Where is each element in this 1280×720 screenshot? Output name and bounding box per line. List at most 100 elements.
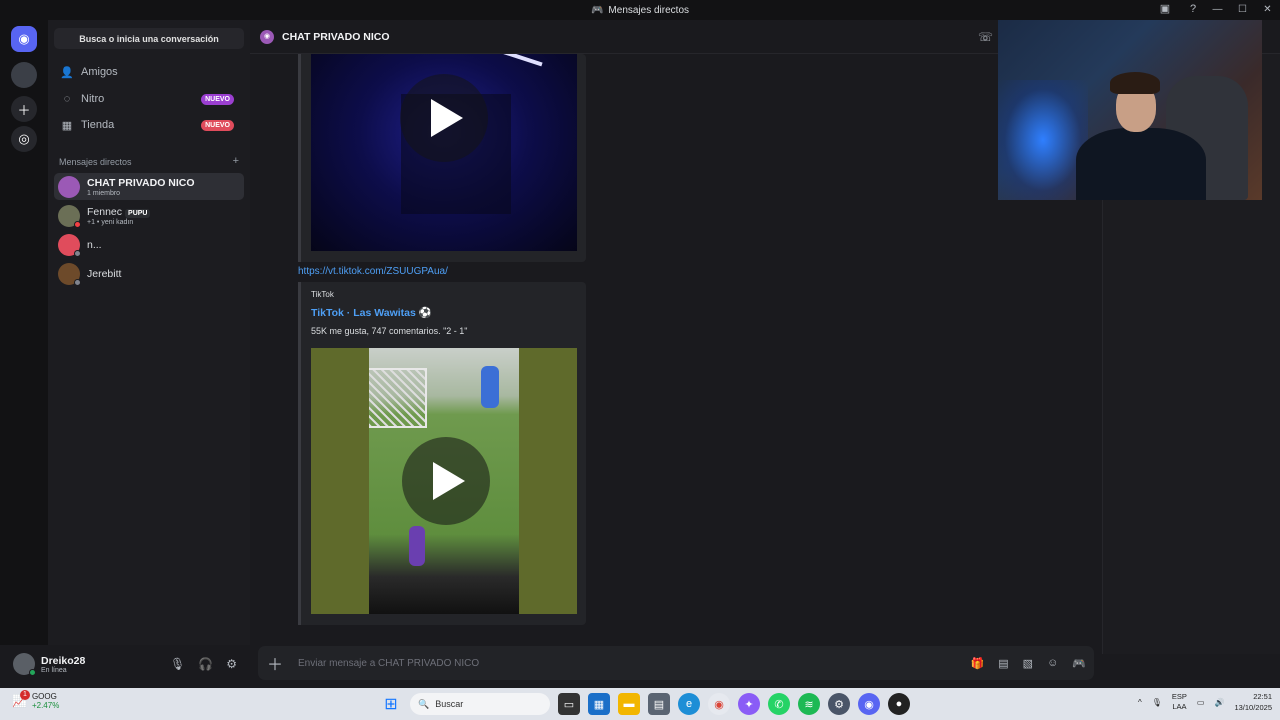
dm-item-jerebitt[interactable]: Jerebitt xyxy=(54,260,244,287)
nav-shop[interactable]: ▦ Tienda NUEVO xyxy=(60,114,240,136)
spotify-icon[interactable]: ≋ xyxy=(798,693,820,715)
keyboard-layout: LAA xyxy=(1172,702,1187,711)
video-thumbnail[interactable] xyxy=(311,348,577,614)
play-button[interactable] xyxy=(400,74,488,162)
search-icon: 🔍 xyxy=(418,698,430,709)
user-panel: Dreiko28 En línea 🎙 🎧 ⚙ xyxy=(6,645,244,683)
message-input[interactable]: Enviar mensaje a CHAT PRIVADO NICO xyxy=(298,658,479,669)
taskbar-search[interactable]: 🔍 Buscar xyxy=(410,693,550,715)
clock[interactable]: 22:51 13/10/2025 xyxy=(1234,691,1272,713)
video-thumbnail[interactable] xyxy=(311,54,577,251)
window-titlebar: 🎮 Mensajes directos ▣ ? — ☐ ✕ xyxy=(0,0,1280,20)
chrome-icon[interactable]: ◉ xyxy=(708,693,730,715)
server-icon[interactable] xyxy=(11,62,37,88)
dm-section-title: Mensajes directos xyxy=(59,157,132,167)
maximize-button[interactable]: ☐ xyxy=(1230,0,1255,20)
stock-widget[interactable]: 📈 GOOG +2.47% 1 xyxy=(12,690,60,710)
message-composer[interactable]: ＋ Enviar mensaje a CHAT PRIVADO NICO 🎁 ▤… xyxy=(258,646,1094,680)
close-button[interactable]: ✕ xyxy=(1255,0,1280,20)
clock-date: 13/10/2025 xyxy=(1234,703,1272,712)
nav-nitro[interactable]: ◌ Nitro NUEVO xyxy=(60,88,240,110)
chevron-up-icon[interactable]: ^ xyxy=(1138,698,1142,707)
gif-icon[interactable]: ▤ xyxy=(998,657,1008,670)
person-body xyxy=(1076,128,1206,200)
embed-description: 55K me gusta, 747 comentarios. "2 - 1" xyxy=(311,326,468,336)
dm-sidebar: Busca o inicia una conversación 👤 Amigos… xyxy=(48,20,250,645)
window-title: Mensajes directos xyxy=(608,4,690,16)
discord-taskbar-icon[interactable]: ◉ xyxy=(858,693,880,715)
emoji-icon[interactable]: ☺ xyxy=(1047,657,1058,670)
username: Dreiko28 xyxy=(41,654,86,667)
search-label: Buscar xyxy=(435,699,464,709)
microphone-icon[interactable]: 🎙 xyxy=(170,657,185,671)
recording-app-icon[interactable]: ● xyxy=(888,693,910,715)
player xyxy=(409,526,425,566)
play-button[interactable] xyxy=(402,437,490,525)
task-view-icon[interactable]: ▭ xyxy=(558,693,580,715)
embed-provider: TikTok xyxy=(311,290,334,299)
copilot-icon[interactable]: ✦ xyxy=(738,693,760,715)
network-icon[interactable]: ▭ xyxy=(1197,698,1205,707)
gift-icon[interactable]: 🎁 xyxy=(971,657,985,670)
dm-section-header: Mensajes directos + xyxy=(59,156,239,168)
headphones-icon[interactable]: 🎧 xyxy=(198,657,213,671)
webcam-overlay xyxy=(998,20,1262,200)
activity-icon[interactable]: 🎮 xyxy=(1072,657,1086,670)
dm-subtitle: 1 miembro xyxy=(87,189,121,197)
nav-nitro-label: Nitro xyxy=(81,93,105,105)
user-status: En línea xyxy=(41,666,67,674)
dm-name-text: Fennec xyxy=(87,205,123,218)
new-badge: NUEVO xyxy=(201,93,234,105)
inbox-icon[interactable]: ▣ xyxy=(1158,2,1172,16)
group-icon: ◉ xyxy=(260,29,274,44)
edge-icon[interactable]: e xyxy=(678,693,700,715)
store-icon[interactable]: ▦ xyxy=(588,693,610,715)
search-input[interactable]: Busca o inicia una conversación xyxy=(54,28,244,49)
create-dm-button[interactable]: + xyxy=(233,156,239,167)
minimize-button[interactable]: — xyxy=(1205,0,1230,20)
start-button[interactable]: ⊞ xyxy=(380,693,402,715)
settings-icon[interactable]: ⚙ xyxy=(226,657,237,671)
language-code: ESP xyxy=(1171,692,1187,701)
microphone-tray-icon[interactable]: 🎙 xyxy=(1152,698,1162,707)
dm-name: n... xyxy=(87,238,102,251)
video-embed xyxy=(298,54,586,262)
stock-change: +2.47% xyxy=(31,701,60,710)
nav-shop-label: Tienda xyxy=(81,119,115,131)
status-dot xyxy=(74,220,81,228)
shop-icon: ▦ xyxy=(61,119,73,132)
avatar xyxy=(58,204,81,228)
file-explorer-icon[interactable]: ▬ xyxy=(618,693,640,715)
status-dot xyxy=(74,278,81,286)
message-list[interactable]: https://vt.tiktok.com/ZSUUGPAua/ TikTok … xyxy=(250,54,1102,654)
whatsapp-icon[interactable]: ✆ xyxy=(768,693,790,715)
home-button[interactable]: ◉ xyxy=(11,26,37,52)
avatar xyxy=(58,262,81,286)
add-server-button[interactable]: ＋ xyxy=(11,96,37,122)
embed-title[interactable]: TikTok · Las Wawitas ⚽ xyxy=(311,306,432,319)
message-link[interactable]: https://vt.tiktok.com/ZSUUGPAua/ xyxy=(298,266,448,277)
light-streak xyxy=(501,54,543,67)
call-icon[interactable]: ☏ xyxy=(978,30,993,44)
rgb-light xyxy=(998,80,1088,200)
group-avatar xyxy=(58,175,80,198)
language-indicator[interactable]: ESP LAA xyxy=(1172,692,1187,712)
help-icon[interactable]: ? xyxy=(1186,2,1200,16)
nav-friends[interactable]: 👤 Amigos xyxy=(60,61,240,83)
windows-taskbar: 📈 GOOG +2.47% 1 ⊞ 🔍 Buscar ▭ ▦ ▬ ▤ e ◉ ✦… xyxy=(0,688,1280,720)
compass-icon: ◎ xyxy=(18,131,30,146)
user-avatar[interactable] xyxy=(13,653,36,676)
dm-item-chat-privado-nico[interactable]: CHAT PRIVADO NICO 1 miembro xyxy=(54,173,244,200)
channel-title: CHAT PRIVADO NICO xyxy=(282,30,390,43)
dm-item-fennec[interactable]: Fennec PUPU +1 • yeni kadın xyxy=(54,202,244,229)
goalkeeper xyxy=(481,366,499,408)
volume-icon[interactable]: 🔊 xyxy=(1214,698,1224,707)
settings-app-icon[interactable]: ⚙ xyxy=(828,693,850,715)
new-badge: NUEVO xyxy=(201,119,234,131)
attach-button[interactable]: ＋ xyxy=(260,651,290,675)
friends-icon: 👤 xyxy=(60,66,74,79)
sticker-icon[interactable]: ▧ xyxy=(1023,657,1033,670)
discover-button[interactable]: ◎ xyxy=(11,126,37,152)
dm-item-n[interactable]: n... xyxy=(54,231,244,258)
calculator-icon[interactable]: ▤ xyxy=(648,693,670,715)
